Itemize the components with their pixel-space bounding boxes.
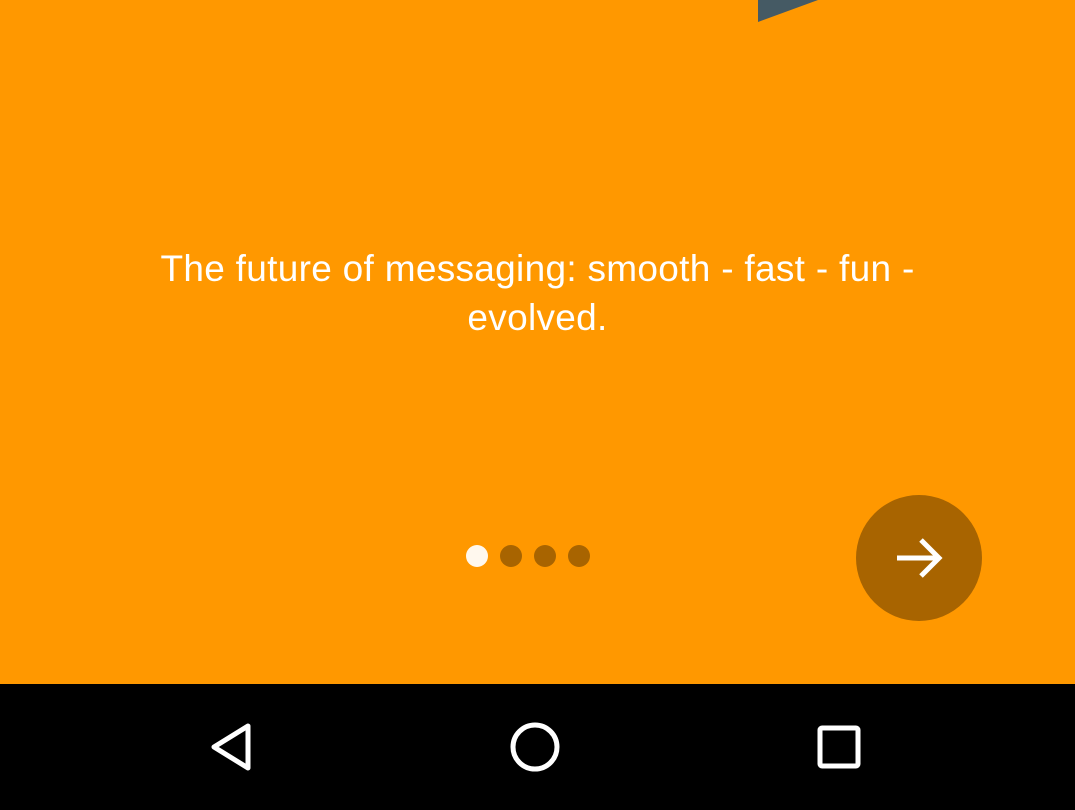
system-navigation-bar xyxy=(0,684,1075,810)
intro-screen: The future of messaging: smooth - fast -… xyxy=(0,0,1075,810)
recents-button[interactable] xyxy=(779,684,899,810)
intro-tagline: The future of messaging: smooth - fast -… xyxy=(160,248,915,338)
page-dot-3 xyxy=(534,545,556,567)
next-button[interactable] xyxy=(856,495,982,621)
page-indicator xyxy=(466,545,596,567)
page-dot-1-active xyxy=(466,545,488,567)
decorative-corner-shape xyxy=(758,0,818,22)
page-dot-4 xyxy=(568,545,590,567)
arrow-right-icon xyxy=(897,538,943,578)
intro-page[interactable]: The future of messaging: smooth - fast -… xyxy=(0,0,1075,684)
recents-icon xyxy=(817,725,861,769)
home-icon xyxy=(510,722,560,772)
back-icon xyxy=(211,723,251,771)
home-button[interactable] xyxy=(475,684,595,810)
back-button[interactable] xyxy=(172,684,292,810)
page-dot-2 xyxy=(500,545,522,567)
